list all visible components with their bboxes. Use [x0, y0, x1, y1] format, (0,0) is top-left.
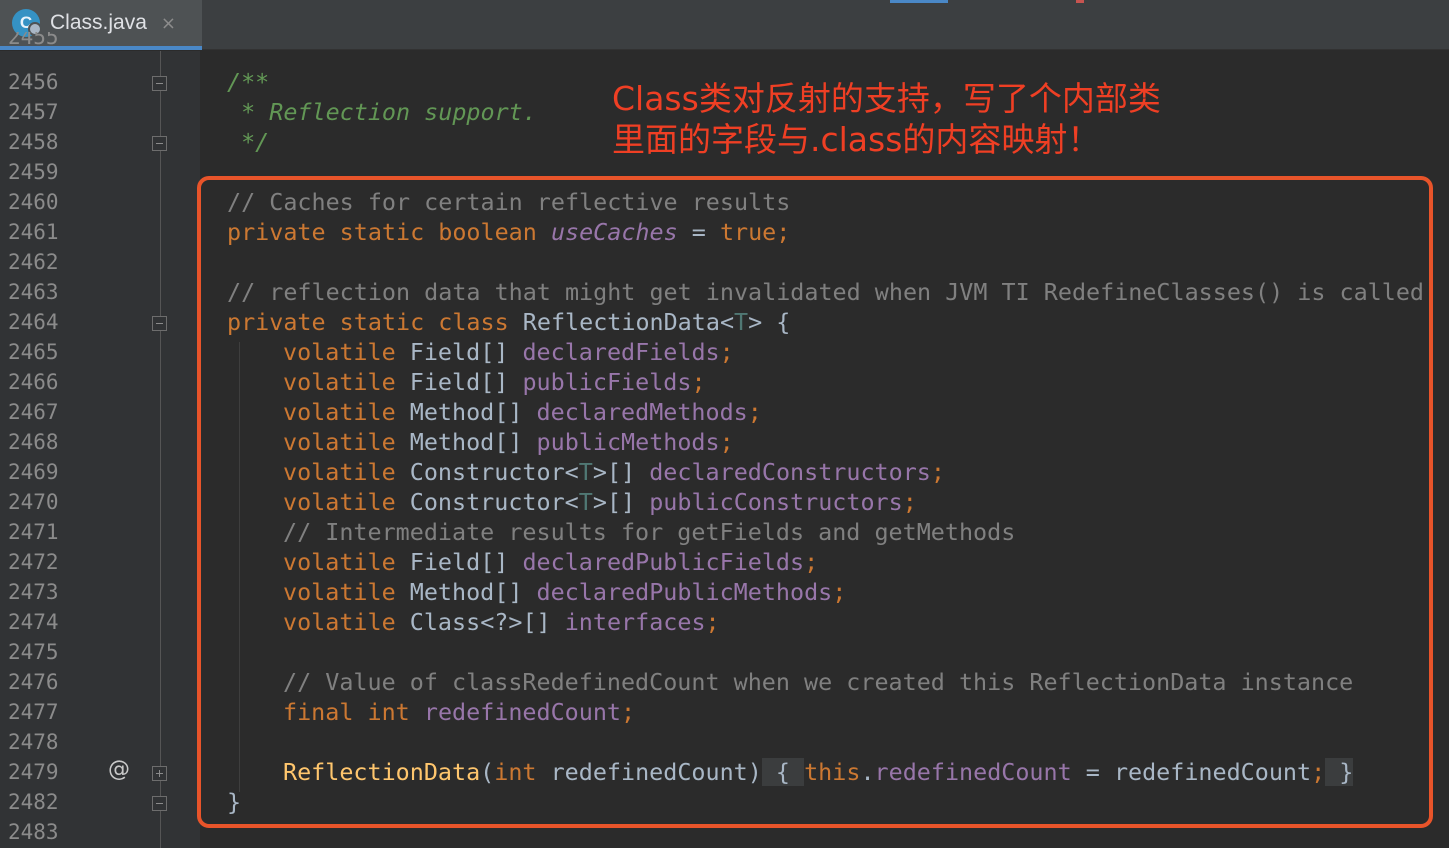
code-line-field: volatile Field[] declaredPublicFields;	[283, 548, 819, 576]
line-number: 2482	[8, 790, 59, 814]
line-number: 2464	[8, 310, 59, 334]
fold-icon[interactable]	[152, 316, 167, 331]
fold-icon[interactable]	[152, 136, 167, 151]
line-number: 2466	[8, 370, 59, 394]
code-line-field: volatile Method[] declaredMethods;	[283, 398, 762, 426]
code-line-class-decl: private static class ReflectionData<T> {	[227, 308, 791, 336]
line-number: 2483	[8, 820, 59, 844]
line-number: 2468	[8, 430, 59, 454]
code-line-field: volatile Method[] publicMethods;	[283, 428, 734, 456]
fold-icon[interactable]	[152, 76, 167, 91]
line-number: 2479	[8, 760, 59, 784]
code-line-use-caches: private static boolean useCaches = true;	[227, 218, 791, 246]
doc-comment-close: */	[227, 128, 270, 156]
error-marker	[1076, 0, 1084, 3]
line-number: 2478	[8, 730, 59, 754]
code-line-field: volatile Field[] publicFields;	[283, 368, 706, 396]
tab-label: Class.java	[50, 11, 147, 34]
code-line-field: volatile Field[] declaredFields;	[283, 338, 734, 366]
line-number: 2476	[8, 670, 59, 694]
line-number: 2469	[8, 460, 59, 484]
line-number: 2457	[8, 100, 59, 124]
fold-icon[interactable]	[152, 796, 167, 811]
line-number: 2474	[8, 610, 59, 634]
indent-guide	[239, 342, 240, 792]
code-line-constructor: ReflectionData(int redefinedCount) { thi…	[283, 758, 1354, 786]
line-number: 2477	[8, 700, 59, 724]
line-number: 2473	[8, 580, 59, 604]
line-number: 2470	[8, 490, 59, 514]
line-number: 2471	[8, 520, 59, 544]
comment-intermediate: // Intermediate results for getFields an…	[283, 518, 1016, 546]
line-number: 2460	[8, 190, 59, 214]
line-number: 2456	[8, 70, 59, 94]
line-number: 2462	[8, 250, 59, 274]
code-line-field: volatile Class<?>[] interfaces;	[283, 608, 720, 636]
comment-value-of: // Value of classRedefinedCount when we …	[283, 668, 1354, 696]
annotation-line: Class类对反射的支持，写了个内部类	[612, 79, 1161, 118]
line-number: 2465	[8, 340, 59, 364]
line-number: 2463	[8, 280, 59, 304]
comment-caches: // Caches for certain reflective results	[227, 188, 791, 216]
line-number: 2472	[8, 550, 59, 574]
code-line-close-brace: }	[227, 788, 242, 816]
code-line-field: volatile Method[] declaredPublicMethods;	[283, 578, 847, 606]
override-marker-icon[interactable]: @	[108, 757, 130, 782]
code-line-field: final int redefinedCount;	[283, 698, 636, 726]
doc-comment-body: * Reflection support.	[227, 98, 537, 126]
line-number: 2459	[8, 160, 59, 184]
line-number: 2467	[8, 400, 59, 424]
line-number: 2455	[8, 32, 59, 49]
doc-comment-open: /**	[227, 68, 270, 96]
expand-icon[interactable]	[152, 766, 167, 781]
annotation-text: Class类对反射的支持，写了个内部类 里面的字段与.class的内容映射！	[612, 78, 1161, 160]
line-number: 2475	[8, 640, 59, 664]
close-icon[interactable]: ×	[161, 13, 176, 34]
code-line-field: volatile Constructor<T>[] publicConstruc…	[283, 488, 917, 516]
line-number: 2461	[8, 220, 59, 244]
line-number: 2458	[8, 130, 59, 154]
code-line-field: volatile Constructor<T>[] declaredConstr…	[283, 458, 945, 486]
scroll-marker	[890, 0, 948, 3]
editor-tab-bar: C Class.java ×	[0, 0, 1449, 50]
annotation-line: 里面的字段与.class的内容映射！	[612, 120, 1101, 159]
comment-reflection-data: // reflection data that might get invali…	[227, 278, 1424, 306]
gutter-separator	[160, 51, 161, 848]
